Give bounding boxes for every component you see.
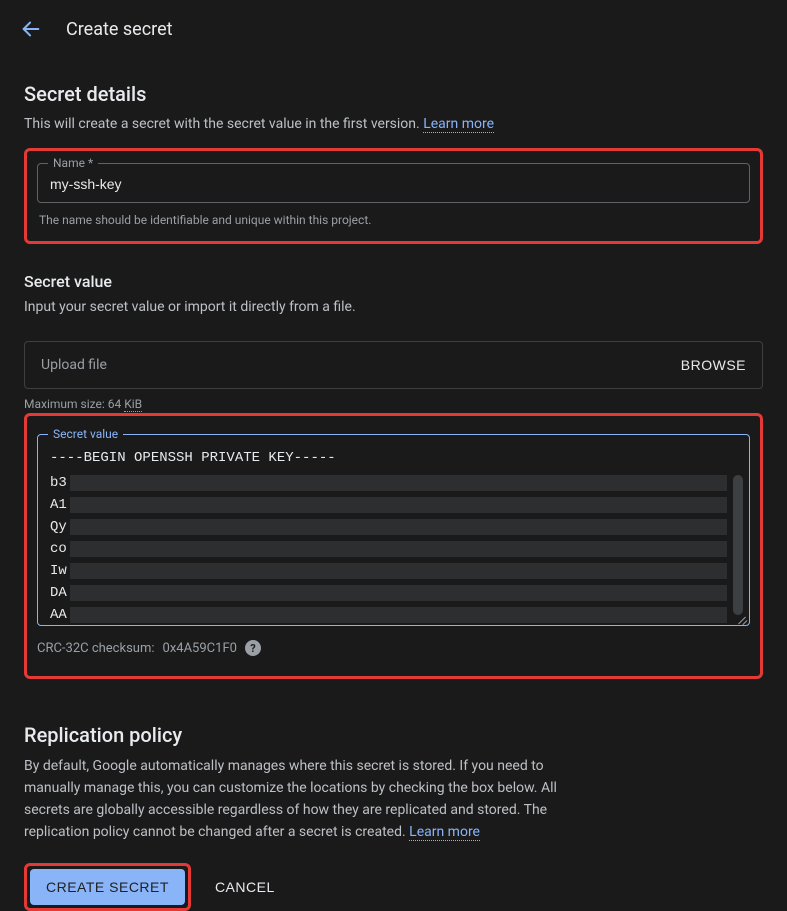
redacted-bar <box>70 519 727 535</box>
replication-learn-more-link[interactable]: Learn more <box>409 824 480 841</box>
key-prefix: Iw <box>50 563 70 579</box>
secret-value-highlight-box: Secret value ----BEGIN OPENSSH PRIVATE K… <box>24 413 763 679</box>
redacted-bar <box>70 585 727 601</box>
secret-value-textarea-label: Secret value <box>48 427 123 441</box>
name-input[interactable] <box>38 164 749 202</box>
action-bar: CREATE SECRET CANCEL <box>24 863 763 911</box>
create-secret-button[interactable]: CREATE SECRET <box>30 869 185 905</box>
secret-value-heading: Secret value <box>24 272 763 291</box>
redacted-bar <box>70 563 727 579</box>
max-size-unit: KiB <box>124 397 142 412</box>
key-prefix: DA <box>50 585 70 601</box>
browse-button[interactable]: BROWSE <box>681 357 746 373</box>
page-title: Create secret <box>66 19 173 40</box>
checksum-value: 0x4A59C1F0 <box>163 641 237 656</box>
secret-value-textarea-wrap[interactable]: Secret value ----BEGIN OPENSSH PRIVATE K… <box>37 434 750 626</box>
name-helper-text: The name should be identifiable and uniq… <box>39 213 748 227</box>
name-field[interactable]: Name * <box>37 163 750 203</box>
resize-handle-icon[interactable] <box>733 609 747 623</box>
create-highlight-box: CREATE SECRET <box>24 863 191 911</box>
back-arrow-icon[interactable] <box>20 18 42 40</box>
max-size-text: Maximum size: 64 KiB <box>24 397 763 411</box>
redacted-key-rows: b3 A1 Qy co Iw DA AA <box>50 475 727 635</box>
name-highlight-box: Name * The name should be identifiable a… <box>24 148 763 244</box>
redacted-bar <box>70 475 727 491</box>
redacted-bar <box>70 497 727 513</box>
redacted-bar <box>70 541 727 557</box>
secret-details-heading: Secret details <box>24 82 763 106</box>
secret-details-sub: This will create a secret with the secre… <box>24 114 763 134</box>
key-prefix: AA <box>50 607 70 623</box>
page-header: Create secret <box>0 0 787 58</box>
help-icon[interactable]: ? <box>245 640 261 656</box>
checksum-row: CRC-32C checksum: 0x4A59C1F0 ? <box>37 640 750 656</box>
upload-file-label: Upload file <box>41 357 107 373</box>
name-field-label: Name * <box>48 156 98 170</box>
checksum-label: CRC-32C checksum: <box>37 641 155 656</box>
secret-details-sub-text: This will create a secret with the secre… <box>24 116 423 132</box>
max-size-prefix: Maximum size: 64 <box>24 397 124 411</box>
replication-text: By default, Google automatically manages… <box>24 755 584 843</box>
redacted-bar <box>70 607 727 623</box>
key-prefix: A1 <box>50 497 70 513</box>
cancel-button[interactable]: CANCEL <box>211 869 279 905</box>
key-prefix: b3 <box>50 475 70 491</box>
replication-heading: Replication policy <box>24 723 763 747</box>
secret-first-line: ----BEGIN OPENSSH PRIVATE KEY----- <box>50 447 737 469</box>
learn-more-link[interactable]: Learn more <box>423 116 494 133</box>
upload-file-row: Upload file BROWSE <box>24 341 763 389</box>
key-prefix: co <box>50 541 70 557</box>
textarea-scrollbar[interactable] <box>733 475 743 615</box>
key-prefix: Qy <box>50 519 70 535</box>
secret-value-sub: Input your secret value or import it dir… <box>24 297 763 317</box>
